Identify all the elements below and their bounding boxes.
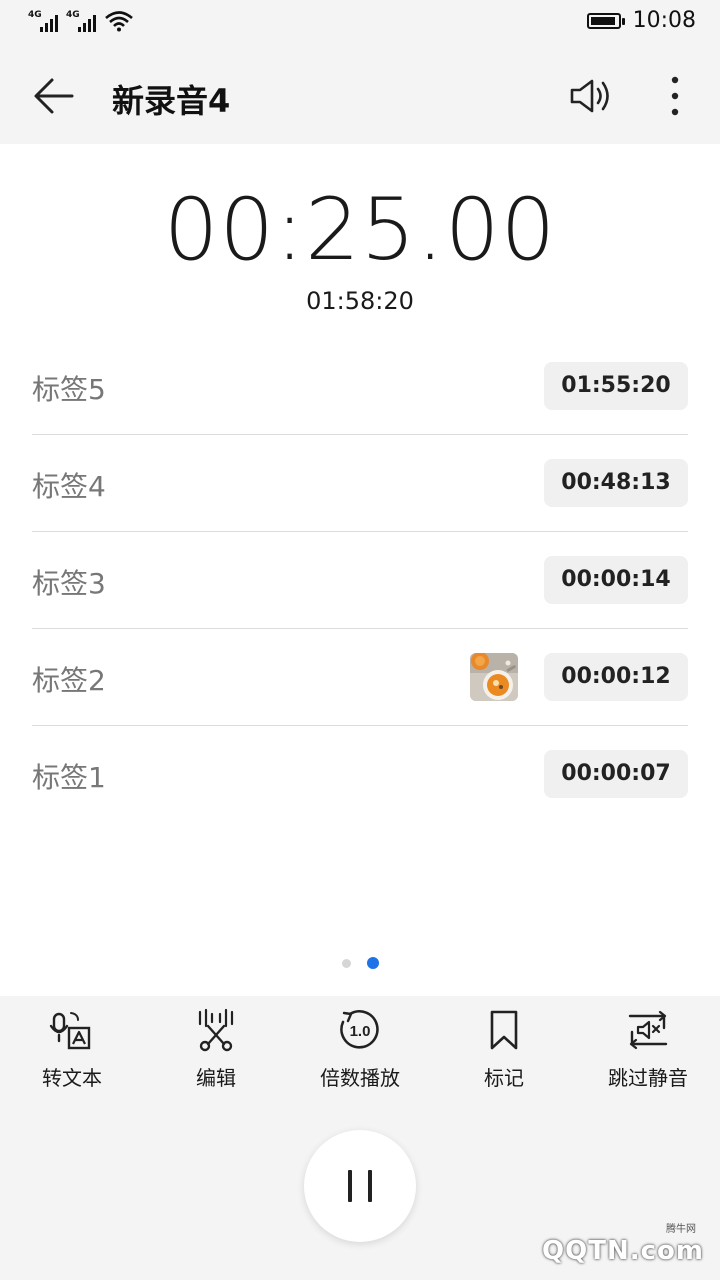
more-options-button[interactable] [660,72,690,120]
tag-time-button[interactable]: 00:00:07 [544,750,688,798]
tag-row[interactable]: 标签4 00:48:13 [32,435,688,532]
to-text-button[interactable]: 转文本 [0,1008,144,1091]
tag-time-button[interactable]: 00:00:12 [544,653,688,701]
pause-button[interactable] [304,1130,416,1242]
status-right: 10:08 [586,8,696,33]
tag-label: 标签1 [32,761,106,794]
back-button[interactable] [30,74,78,118]
network-type-label: 4G [28,10,42,20]
mark-label: 标记 [484,1066,524,1090]
watermark-small-text: 腾牛网 [666,1224,696,1235]
to-text-label: 转文本 [42,1066,102,1090]
cellular-signal-1-icon: 4G [28,10,58,32]
page-dot[interactable] [341,958,351,968]
bottom-panel: 转文本 编辑 1.0 倍数播放 标记 跳过静音 腾牛网 QQTN.com [0,996,720,1280]
tag-label: 标签2 [32,664,106,697]
elapsed-time: 00:25.00 [163,180,557,280]
mark-button[interactable]: 标记 [432,1008,576,1091]
tag-row[interactable]: 标签2 00:00:12 [32,629,688,726]
speaker-icon [570,79,609,113]
status-clock: 10:08 [632,8,696,33]
speaker-button[interactable] [568,74,616,118]
playback-speed-button[interactable]: 1.0 倍数播放 [288,1008,432,1091]
watermark: 腾牛网 QQTN.com [510,1220,710,1272]
speech-to-text-icon [49,1012,91,1050]
tag-label: 标签4 [32,470,106,503]
tag-image-thumbnail[interactable] [470,653,518,701]
tag-label: 标签3 [32,567,106,600]
tag-list: 标签5 01:55:20 标签4 00:48:13 标签3 00:00:14 标… [32,338,688,822]
battery-icon [586,12,625,29]
tag-row[interactable]: 标签5 01:55:20 [32,338,688,435]
status-bar: 4G 4G 10:08 [0,0,720,48]
skip-silence-button[interactable]: 跳过静音 [576,1008,720,1091]
page-dot-active[interactable] [366,957,379,969]
tag-row[interactable]: 标签3 00:00:14 [32,532,688,629]
app-bar: 新录音4 [0,48,720,144]
edit-button[interactable]: 编辑 [144,1008,288,1091]
page-indicator [0,957,720,969]
scissors-waveform-icon [198,1008,234,1052]
total-duration: 01:58:20 [306,287,414,315]
wifi-icon [105,11,133,32]
speed-1x-icon: 1.0 [340,1010,379,1049]
pause-icon [368,1170,372,1202]
status-left: 4G 4G [28,10,134,32]
edit-label: 编辑 [196,1066,236,1090]
pause-icon [348,1170,352,1202]
more-vertical-icon [671,76,679,116]
tag-row[interactable]: 标签1 00:00:07 [32,726,688,822]
skip-silence-label: 跳过静音 [608,1066,688,1090]
playback-speed-label: 倍数播放 [320,1066,400,1090]
network-type-label: 4G [66,10,80,20]
bookmark-icon [490,1010,518,1050]
page-title: 新录音4 [112,82,231,120]
toolbar: 转文本 编辑 1.0 倍数播放 标记 跳过静音 [0,1008,720,1091]
tag-time-button[interactable]: 00:48:13 [544,459,688,507]
skip-silence-icon [628,1010,668,1050]
cellular-signal-2-icon: 4G [66,10,96,32]
speed-value: 1.0 [350,1023,371,1040]
tag-label: 标签5 [32,373,106,406]
food-photo-image [470,653,518,701]
tag-time-button[interactable]: 00:00:14 [544,556,688,604]
watermark-text: QQTN.com [542,1236,704,1266]
arrow-left-icon [34,78,74,114]
tag-time-button[interactable]: 01:55:20 [544,362,688,410]
